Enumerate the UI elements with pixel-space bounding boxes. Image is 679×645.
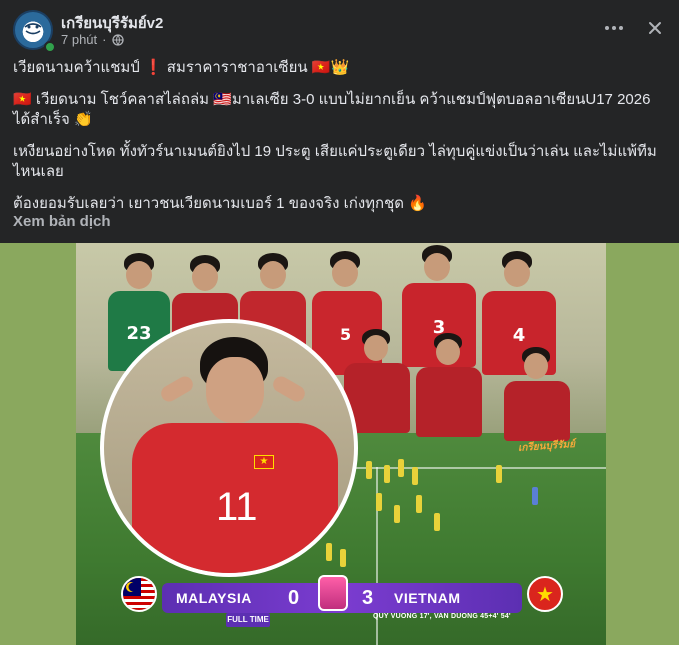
meta-separator: · bbox=[102, 32, 107, 47]
goal-scorers: QUY VUONG 17', VAN DUONG 45+4' 54' bbox=[373, 613, 511, 620]
away-team-name: VIETNAM bbox=[394, 590, 461, 606]
post-paragraph-3: เหงียนอย่างโหด ทั้งทัวร์นาเมนต์ยิงไป 19 … bbox=[13, 143, 657, 180]
pitch-player bbox=[340, 549, 346, 567]
post-image[interactable]: 23 3 4 5 เกรียนบุรีรัมย์ ★ 11 ★ MALAYSIA… bbox=[0, 243, 679, 645]
post-time[interactable]: 7 phút bbox=[61, 32, 97, 47]
pitch-player bbox=[384, 465, 390, 483]
pitch-player bbox=[366, 461, 372, 479]
pitch-player bbox=[434, 513, 440, 531]
post-paragraph-2: 🇻🇳 เวียดนาม โชว์คลาสไล่ถล่ม 🇲🇾มาเลเซีย 3… bbox=[13, 91, 651, 128]
pitch-player bbox=[496, 465, 502, 483]
shirt-number: 5 bbox=[340, 325, 352, 344]
match-status: FULL TIME bbox=[226, 613, 270, 627]
vietnam-flag-icon: ★ bbox=[527, 576, 563, 612]
more-horizontal-icon bbox=[605, 26, 623, 30]
close-icon bbox=[649, 22, 661, 34]
home-team-name: MALAYSIA bbox=[176, 590, 252, 606]
trophy-icon bbox=[318, 575, 348, 611]
home-score: 0 bbox=[288, 587, 300, 609]
pitch-player bbox=[394, 505, 400, 523]
pitch-player bbox=[412, 467, 418, 485]
post-card: เกรียนบุรีรัมย์v2 7 phút · เวียดนามคว้าแ… bbox=[0, 0, 679, 645]
malaysia-flag-icon bbox=[121, 576, 157, 612]
shirt-number: 23 bbox=[126, 323, 152, 344]
pitch-player bbox=[532, 487, 538, 505]
close-button[interactable] bbox=[643, 16, 667, 40]
shirt-number: 11 bbox=[216, 485, 258, 529]
shirt-number: 4 bbox=[512, 325, 526, 346]
pitch-player bbox=[398, 459, 404, 477]
pitch-player bbox=[416, 495, 422, 513]
match-photo: 23 3 4 5 เกรียนบุรีรัมย์ ★ 11 ★ MALAYSIA… bbox=[76, 243, 606, 645]
away-score: 3 bbox=[362, 587, 374, 609]
goal-scorer-portrait: ★ 11 bbox=[100, 319, 358, 577]
see-translation-link[interactable]: Xem bản dịch bbox=[13, 213, 111, 230]
post-body: เวียดนามคว้าแชมป์ ❗ สมราคาราชาอาเซียน 🇻🇳… bbox=[13, 58, 665, 226]
online-status-dot bbox=[44, 41, 56, 53]
more-options-button[interactable] bbox=[602, 16, 626, 40]
post-paragraph-4: ต้องยอมรับเลยว่า เยาวชนเวียดนามเบอร์ 1 ข… bbox=[13, 195, 427, 212]
globe-icon[interactable] bbox=[111, 33, 124, 46]
scoreboard: MALAYSIA 0 3 VIETNAM bbox=[162, 575, 522, 613]
post-header: เกรียนบุรีรัมย์v2 7 phút · bbox=[0, 0, 679, 56]
pitch-player bbox=[376, 493, 382, 511]
post-meta: 7 phút · bbox=[61, 32, 124, 47]
post-paragraph-1: เวียดนามคว้าแชมป์ ❗ สมราคาราชาอาเซียน 🇻🇳… bbox=[13, 59, 350, 76]
troll-face-icon bbox=[24, 23, 42, 35]
